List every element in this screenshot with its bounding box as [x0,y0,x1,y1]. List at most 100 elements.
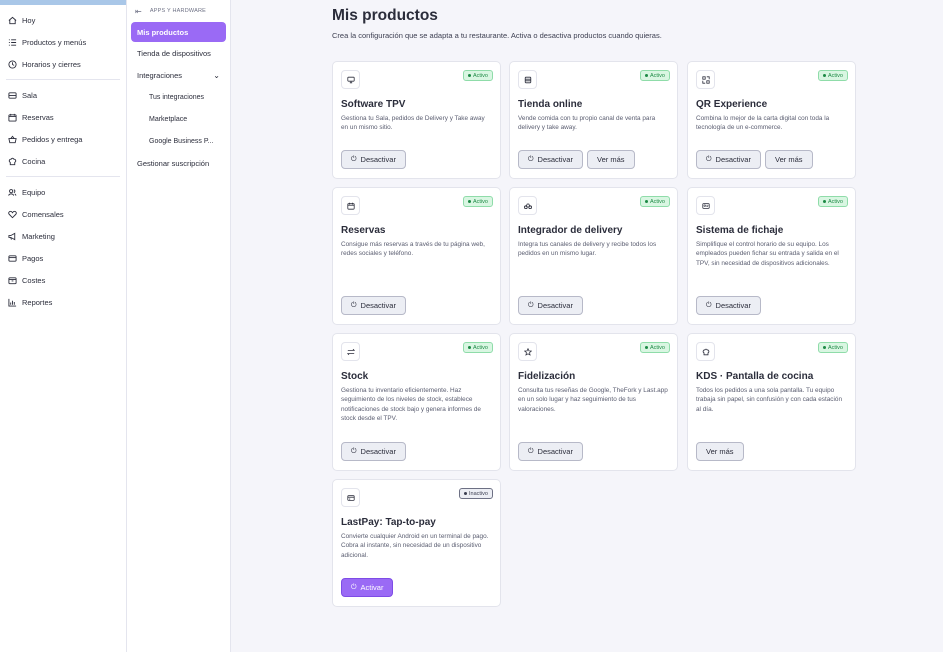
page-title: Mis productos [332,7,438,24]
product-description: Vende comida con tu propio canal de vent… [518,115,656,132]
status-label: Activo [473,344,488,351]
basket-icon [8,135,17,144]
desactivar-button[interactable]: ⏻ Desactivar [341,296,406,315]
subnav-item[interactable]: Google Business P... [131,131,226,152]
sidebar-item-cocina[interactable]: Cocina [6,150,120,172]
product-title: Fidelización [518,371,576,382]
sidebar-item-marketing[interactable]: Marketing [6,225,120,247]
box-icon [8,276,17,285]
sidebar-item-pagos[interactable]: Pagos [6,247,120,269]
activar-button[interactable]: ⏻ Activar [341,578,394,597]
product-actions: ⏻ Desactivar Ver más [518,150,635,169]
product-card: Activo Stock Gestiona tu inventario eficie… [332,333,501,471]
subnav-items: Mis productos Tienda de dispositivos Integ… [127,22,230,174]
status-label: Inactivo [469,490,488,497]
subnav-item[interactable]: Tus integraciones [131,87,226,108]
users-icon [8,188,17,197]
product-card: Activo Fidelización Consulta tus reseñas d… [509,333,678,471]
status-dot-icon [464,492,468,495]
subnav-item[interactable]: Tienda de dispositivos [131,43,226,64]
product-title: Integrador de delivery [518,225,623,236]
product-card: Inactivo LastPay: Tap-to-pay Convierte cua… [332,479,501,607]
sidebar-item-productos-y-menús[interactable]: Productos y menús [6,31,120,53]
main-sidebar: Hoy Productos y menús Horarios y cierres Sa… [0,0,127,652]
list-icon [8,38,17,47]
sidebar-item-reportes[interactable]: Reportes [6,291,120,313]
desactivar-button[interactable]: ⏻ Desactivar [518,442,583,461]
product-description: Consulta tus reseñas de Google, TheFork … [518,387,668,413]
desactivar-button[interactable]: ⏻ Desactivar [696,150,761,169]
subnav-item-label: Tus integraciones [149,94,204,101]
store-icon [518,70,537,89]
calendar-icon [341,196,360,215]
monitor-icon [341,70,360,89]
subnav-item-label: Integraciones [137,71,183,80]
status-label: Activo [650,344,665,351]
desactivar-button[interactable]: ⏻ Desactivar [518,296,583,315]
status-badge: Activo [818,70,848,81]
subnav-item[interactable]: Gestionar suscripción [131,153,226,174]
product-title: Tienda online [518,99,583,110]
desactivar-button[interactable]: ⏻ Desactivar [518,150,583,169]
desactivar-button[interactable]: ⏻ Desactivar [696,296,761,315]
main-content: Mis productos Crea la configuración que … [231,0,943,652]
sidebar-item-pedidos-y-entrega[interactable]: Pedidos y entrega [6,128,120,150]
subnav-item-label: Tienda de dispositivos [137,49,211,58]
product-description: Todos los pedidos a una sola pantalla. T… [696,387,843,413]
desactivar-button[interactable]: ⏻ Desactivar [341,150,406,169]
ver-más-button[interactable]: Ver más [586,150,635,169]
product-description: Combina lo mejor de la carta digital con… [696,115,830,132]
status-badge: Activo [463,342,493,353]
page-subtitle: Crea la configuración que se adapta a tu… [332,31,662,40]
status-label: Activo [650,198,665,205]
button-label: Desactivar [360,301,396,310]
product-description: Simplifique el control horario de su equ… [696,241,839,267]
star-icon [518,342,537,361]
sidebar-item-label: Pagos [22,253,44,263]
status-dot-icon [823,200,827,203]
sidebar-group: Equipo Comensales Marketing Pagos Costes Repo… [6,177,120,317]
power-icon: ⏻ [351,583,357,591]
product-actions: ⏻ Desactivar Ver más [696,150,813,169]
product-actions: Ver más [696,442,744,461]
status-dot-icon [468,200,472,203]
subnav-item[interactable]: Marketplace [131,109,226,130]
sidebar-item-label: Equipo [22,187,46,197]
status-badge: Activo [818,342,848,353]
product-description: Gestiona tu Sala, pedidos de Delivery y … [341,115,485,132]
qr-icon [696,70,715,89]
sidebar-item-equipo[interactable]: Equipo [6,181,120,203]
sidebar-item-label: Marketing [22,231,55,241]
button-label: Desactivar [715,301,751,310]
ver-más-button[interactable]: Ver más [696,442,744,461]
desactivar-button[interactable]: ⏻ Desactivar [341,442,406,461]
collapse-back-icon[interactable]: ⇤ [135,7,142,16]
chevron-down-icon[interactable]: ⌄ [213,71,220,80]
product-actions: ⏻ Desactivar [518,296,583,315]
sidebar-group: Sala Reservas Pedidos y entrega Cocina [6,80,120,177]
sidebar-item-sala[interactable]: Sala [6,84,120,106]
subnav-item[interactable]: Mis productos [131,22,226,42]
status-label: Activo [650,72,665,79]
subnav-item[interactable]: Integraciones ⌄ [131,65,226,86]
bike-icon [518,196,537,215]
sidebar-item-horarios-y-cierres[interactable]: Horarios y cierres [6,53,120,75]
ver-más-button[interactable]: Ver más [764,150,813,169]
product-title: LastPay: Tap-to-pay [341,517,436,528]
sidebar-item-label: Hoy [22,15,36,25]
sidebar-item-hoy[interactable]: Hoy [6,9,120,31]
home-icon [8,16,17,25]
power-icon: ⏻ [528,447,534,455]
power-icon: ⏻ [528,301,534,309]
product-description: Integra tus canales de delivery y recibe… [518,241,657,258]
sidebar-item-reservas[interactable]: Reservas [6,106,120,128]
status-dot-icon [645,346,649,349]
sidebar-item-costes[interactable]: Costes [6,269,120,291]
apps-subnav: ⇤ APPS Y HARDWARE Mis productos Tienda de… [127,0,231,652]
subnav-header: ⇤ APPS Y HARDWARE [127,0,230,22]
button-label: Ver más [596,155,625,164]
status-dot-icon [823,346,827,349]
sidebar-item-label: Cocina [22,156,46,166]
subnav-item-label: Gestionar suscripción [137,159,210,168]
sidebar-item-comensales[interactable]: Comensales [6,203,120,225]
